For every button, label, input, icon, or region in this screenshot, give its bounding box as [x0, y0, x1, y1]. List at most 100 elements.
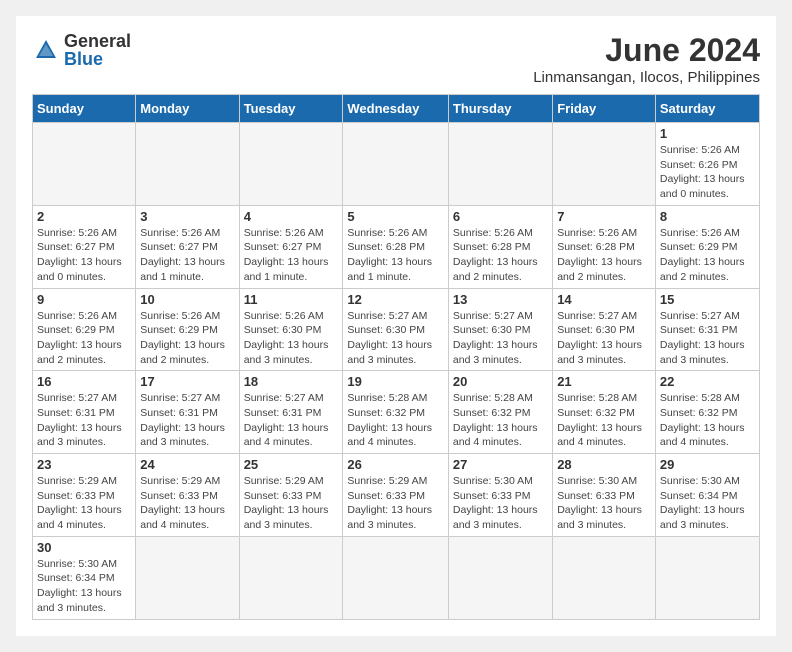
day-number: 16: [37, 374, 131, 389]
day-info: Sunrise: 5:29 AM Sunset: 6:33 PM Dayligh…: [347, 474, 444, 533]
day-info: Sunrise: 5:27 AM Sunset: 6:30 PM Dayligh…: [347, 309, 444, 368]
calendar-cell: 15Sunrise: 5:27 AM Sunset: 6:31 PM Dayli…: [655, 288, 759, 371]
day-number: 24: [140, 457, 234, 472]
header-sunday: Sunday: [33, 95, 136, 123]
day-info: Sunrise: 5:26 AM Sunset: 6:26 PM Dayligh…: [660, 143, 755, 202]
day-number: 30: [37, 540, 131, 555]
calendar-cell: [553, 536, 656, 619]
page-header: General Blue June 2024 Linmansangan, Ilo…: [32, 32, 760, 86]
day-number: 7: [557, 209, 651, 224]
calendar-cell: 22Sunrise: 5:28 AM Sunset: 6:32 PM Dayli…: [655, 371, 759, 454]
day-info: Sunrise: 5:26 AM Sunset: 6:27 PM Dayligh…: [37, 226, 131, 285]
day-number: 20: [453, 374, 548, 389]
calendar-cell: 4 Sunrise: 5:26 AM Sunset: 6:27 PM Daylig…: [239, 205, 343, 288]
day-number: 12: [347, 292, 444, 307]
day-info: Sunrise: 5:27 AM Sunset: 6:31 PM Dayligh…: [660, 309, 755, 368]
logo-general: General: [64, 32, 131, 50]
calendar-cell: 11Sunrise: 5:26 AM Sunset: 6:30 PM Dayli…: [239, 288, 343, 371]
day-info: Sunrise: 5:30 AM Sunset: 6:34 PM Dayligh…: [660, 474, 755, 533]
calendar-cell: 5 Sunrise: 5:26 AM Sunset: 6:28 PM Daylig…: [343, 205, 449, 288]
day-number: 17: [140, 374, 234, 389]
day-number: 3: [140, 209, 234, 224]
day-info: Sunrise: 5:30 AM Sunset: 6:34 PM Dayligh…: [37, 557, 131, 616]
day-info: Sunrise: 5:26 AM Sunset: 6:29 PM Dayligh…: [37, 309, 131, 368]
logo-blue: Blue: [64, 50, 131, 68]
calendar-cell: 14Sunrise: 5:27 AM Sunset: 6:30 PM Dayli…: [553, 288, 656, 371]
calendar-cell: 18 Sunrise: 5:27 AM Sunset: 6:31 PM Dayli…: [239, 371, 343, 454]
day-info: Sunrise: 5:28 AM Sunset: 6:32 PM Dayligh…: [660, 391, 755, 450]
calendar-cell: 28 Sunrise: 5:30 AM Sunset: 6:33 PM Dayli…: [553, 454, 656, 537]
day-info: Sunrise: 5:28 AM Sunset: 6:32 PM Dayligh…: [453, 391, 548, 450]
day-info: Sunrise: 5:29 AM Sunset: 6:33 PM Dayligh…: [244, 474, 339, 533]
calendar-cell: 23 Sunrise: 5:29 AM Sunset: 6:33 PM Dayli…: [33, 454, 136, 537]
day-info: Sunrise: 5:26 AM Sunset: 6:28 PM Dayligh…: [453, 226, 548, 285]
header-thursday: Thursday: [448, 95, 552, 123]
day-number: 14: [557, 292, 651, 307]
day-number: 1: [660, 126, 755, 141]
calendar-cell: [136, 123, 239, 206]
day-number: 4: [244, 209, 339, 224]
logo-icon: [32, 36, 60, 64]
day-number: 18: [244, 374, 339, 389]
calendar-cell: [448, 536, 552, 619]
day-info: Sunrise: 5:26 AM Sunset: 6:28 PM Dayligh…: [347, 226, 444, 285]
header-tuesday: Tuesday: [239, 95, 343, 123]
day-number: 11: [244, 292, 339, 307]
calendar-cell: 21 Sunrise: 5:28 AM Sunset: 6:32 PM Dayli…: [553, 371, 656, 454]
header-wednesday: Wednesday: [343, 95, 449, 123]
day-info: Sunrise: 5:28 AM Sunset: 6:32 PM Dayligh…: [347, 391, 444, 450]
day-info: Sunrise: 5:30 AM Sunset: 6:33 PM Dayligh…: [453, 474, 548, 533]
day-info: Sunrise: 5:27 AM Sunset: 6:30 PM Dayligh…: [453, 309, 548, 368]
calendar-cell: [343, 536, 449, 619]
day-info: Sunrise: 5:28 AM Sunset: 6:32 PM Dayligh…: [557, 391, 651, 450]
day-number: 21: [557, 374, 651, 389]
calendar-cell: 25Sunrise: 5:29 AM Sunset: 6:33 PM Dayli…: [239, 454, 343, 537]
calendar-cell: 24 Sunrise: 5:29 AM Sunset: 6:33 PM Dayli…: [136, 454, 239, 537]
title-block: June 2024 Linmansangan, Ilocos, Philippi…: [533, 32, 760, 86]
calendar-cell: 10Sunrise: 5:26 AM Sunset: 6:29 PM Dayli…: [136, 288, 239, 371]
day-number: 27: [453, 457, 548, 472]
day-info: Sunrise: 5:29 AM Sunset: 6:33 PM Dayligh…: [140, 474, 234, 533]
calendar-cell: 1 Sunrise: 5:26 AM Sunset: 6:26 PM Daylig…: [655, 123, 759, 206]
day-number: 23: [37, 457, 131, 472]
calendar-cell: [448, 123, 552, 206]
day-info: Sunrise: 5:26 AM Sunset: 6:29 PM Dayligh…: [660, 226, 755, 285]
calendar-cell: 6 Sunrise: 5:26 AM Sunset: 6:28 PM Daylig…: [448, 205, 552, 288]
day-info: Sunrise: 5:26 AM Sunset: 6:27 PM Dayligh…: [140, 226, 234, 285]
logo-text: General Blue: [64, 32, 131, 68]
calendar-table: Sunday Monday Tuesday Wednesday Thursday…: [32, 94, 760, 620]
calendar-cell: 2Sunrise: 5:26 AM Sunset: 6:27 PM Daylig…: [33, 205, 136, 288]
calendar-page: General Blue June 2024 Linmansangan, Ilo…: [16, 16, 776, 636]
day-info: Sunrise: 5:30 AM Sunset: 6:33 PM Dayligh…: [557, 474, 651, 533]
day-number: 13: [453, 292, 548, 307]
calendar-cell: [553, 123, 656, 206]
calendar-cell: 7Sunrise: 5:26 AM Sunset: 6:28 PM Daylig…: [553, 205, 656, 288]
month-year: June 2024: [533, 32, 760, 69]
day-info: Sunrise: 5:26 AM Sunset: 6:27 PM Dayligh…: [244, 226, 339, 285]
day-number: 5: [347, 209, 444, 224]
calendar-cell: [33, 123, 136, 206]
day-number: 6: [453, 209, 548, 224]
calendar-cell: 17 Sunrise: 5:27 AM Sunset: 6:31 PM Dayli…: [136, 371, 239, 454]
weekday-header-row: Sunday Monday Tuesday Wednesday Thursday…: [33, 95, 760, 123]
day-info: Sunrise: 5:27 AM Sunset: 6:31 PM Dayligh…: [244, 391, 339, 450]
header-monday: Monday: [136, 95, 239, 123]
day-info: Sunrise: 5:27 AM Sunset: 6:31 PM Dayligh…: [37, 391, 131, 450]
day-info: Sunrise: 5:29 AM Sunset: 6:33 PM Dayligh…: [37, 474, 131, 533]
day-number: 10: [140, 292, 234, 307]
calendar-cell: 29 Sunrise: 5:30 AM Sunset: 6:34 PM Dayli…: [655, 454, 759, 537]
day-number: 29: [660, 457, 755, 472]
day-number: 28: [557, 457, 651, 472]
day-number: 19: [347, 374, 444, 389]
calendar-cell: 20 Sunrise: 5:28 AM Sunset: 6:32 PM Dayli…: [448, 371, 552, 454]
calendar-cell: 16 Sunrise: 5:27 AM Sunset: 6:31 PM Dayli…: [33, 371, 136, 454]
calendar-cell: 19 Sunrise: 5:28 AM Sunset: 6:32 PM Dayli…: [343, 371, 449, 454]
calendar-cell: [239, 123, 343, 206]
calendar-cell: 13 Sunrise: 5:27 AM Sunset: 6:30 PM Dayli…: [448, 288, 552, 371]
calendar-cell: 3 Sunrise: 5:26 AM Sunset: 6:27 PM Daylig…: [136, 205, 239, 288]
day-info: Sunrise: 5:27 AM Sunset: 6:31 PM Dayligh…: [140, 391, 234, 450]
location: Linmansangan, Ilocos, Philippines: [533, 69, 760, 86]
calendar-cell: 12 Sunrise: 5:27 AM Sunset: 6:30 PM Dayli…: [343, 288, 449, 371]
day-number: 8: [660, 209, 755, 224]
calendar-cell: 26Sunrise: 5:29 AM Sunset: 6:33 PM Dayli…: [343, 454, 449, 537]
